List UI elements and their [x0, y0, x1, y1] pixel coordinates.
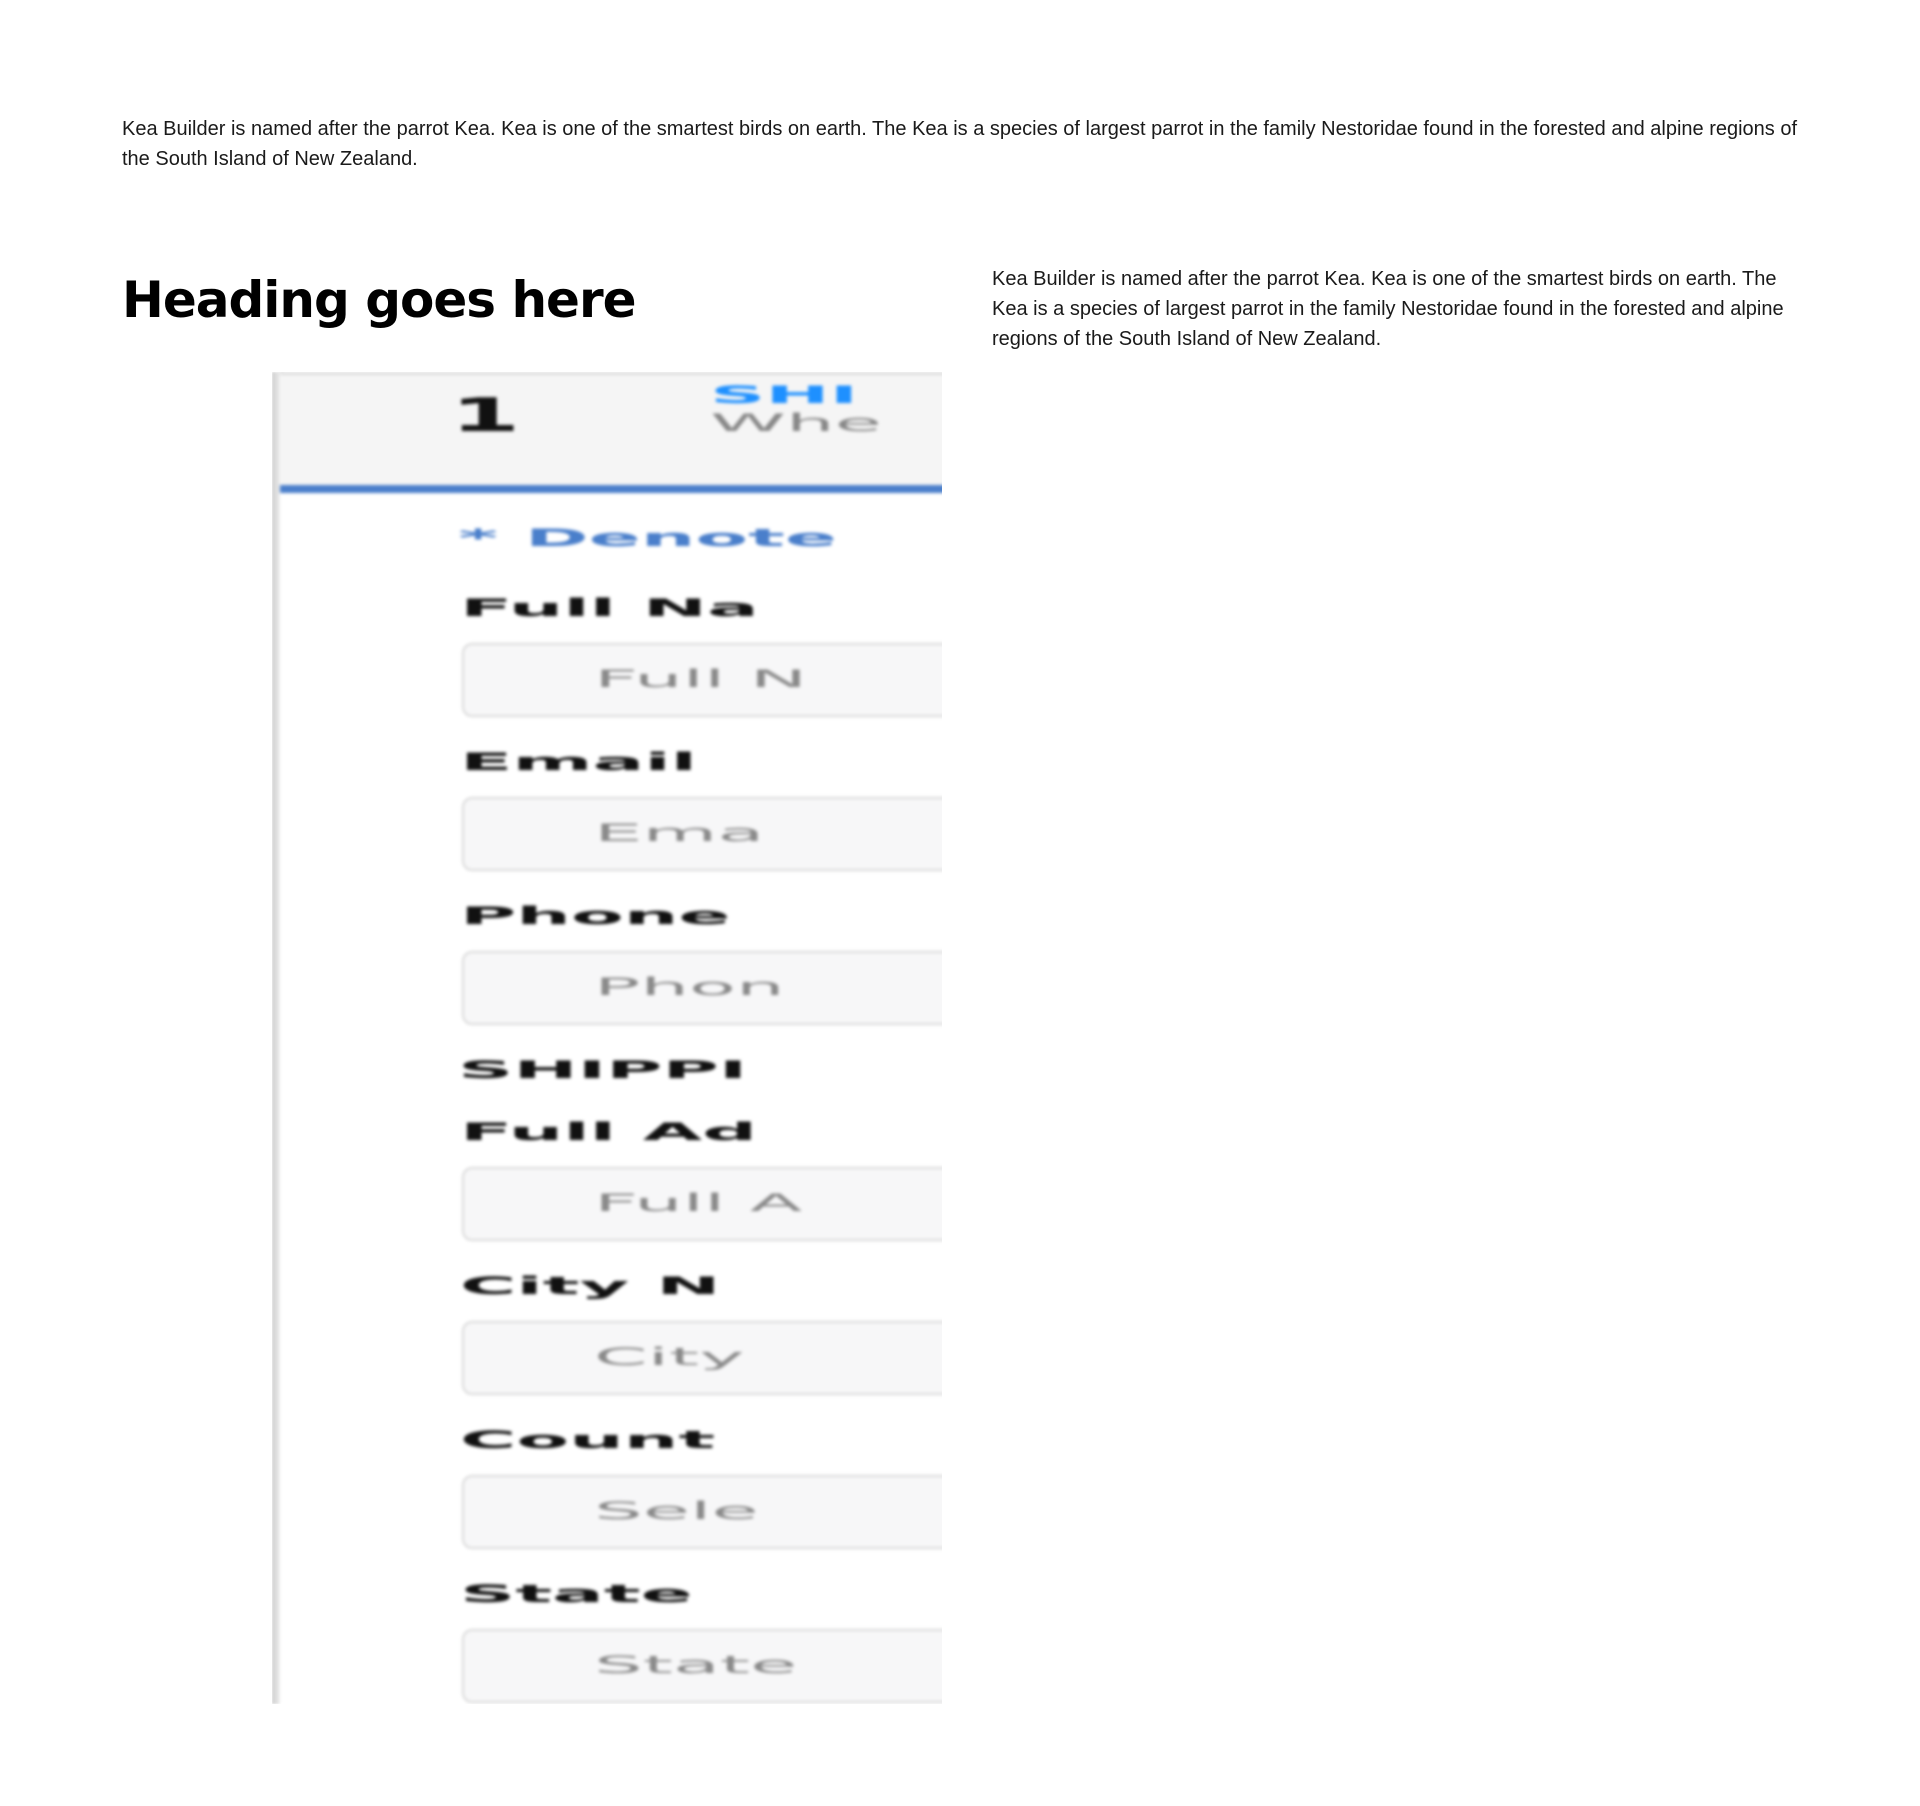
intro-paragraph: Kea Builder is named after the parrot Ke…	[122, 118, 1798, 170]
step-header: 1 SHI Whe	[280, 375, 942, 493]
step-subtitle: Whe	[710, 409, 882, 437]
phone-input: Phon	[462, 951, 942, 1025]
full-name-label: Full Na	[460, 594, 759, 622]
section-body-text: Kea Builder is named after the parrot Ke…	[992, 268, 1784, 350]
city-label: City N	[460, 1272, 721, 1300]
required-note: * Denote	[458, 524, 837, 552]
full-address-input: Full A	[462, 1167, 942, 1241]
form-screenshot-image: 1 SHI Whe * Denote Full Na Full N Email …	[272, 372, 942, 1704]
email-label: Email	[460, 748, 697, 776]
full-name-input: Full N	[462, 643, 942, 717]
state-label: State	[460, 1580, 693, 1608]
form-panel: 1 SHI Whe * Denote Full Na Full N Email …	[280, 372, 942, 1704]
state-placeholder: State	[594, 1651, 798, 1679]
email-input: Ema	[462, 797, 942, 871]
city-placeholder: City	[594, 1343, 745, 1371]
full-address-placeholder: Full A	[594, 1189, 803, 1217]
full-address-label: Full Ad	[460, 1118, 758, 1146]
shipping-section-heading: SHIPPI	[458, 1056, 748, 1084]
country-select: Sele	[462, 1475, 942, 1549]
phone-placeholder: Phon	[594, 973, 785, 1001]
phone-label: Phone	[460, 902, 731, 930]
full-name-placeholder: Full N	[594, 665, 808, 693]
city-input: City	[462, 1321, 942, 1395]
step-number: 1	[450, 388, 521, 442]
section-heading: Heading goes here	[122, 271, 637, 329]
step-title: SHI	[710, 381, 859, 409]
country-placeholder: Sele	[594, 1497, 759, 1525]
country-label: Count	[460, 1426, 716, 1454]
email-placeholder: Ema	[594, 819, 765, 847]
state-input: State	[462, 1629, 942, 1703]
